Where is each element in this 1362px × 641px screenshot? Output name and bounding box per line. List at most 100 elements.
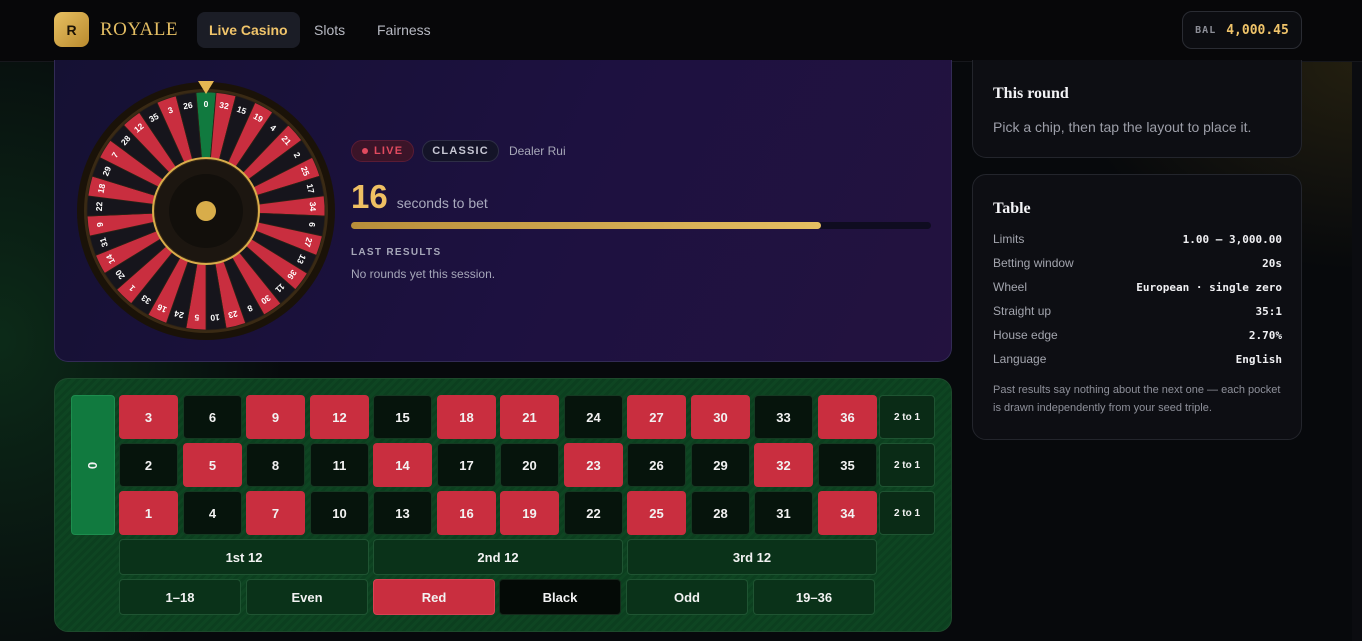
bet-number[interactable]: 11 bbox=[310, 443, 369, 487]
bet-number[interactable]: 17 bbox=[437, 443, 496, 487]
nav-fairness[interactable]: Fairness bbox=[377, 12, 431, 48]
bet-dozen[interactable]: 1st 12 bbox=[119, 539, 369, 575]
timer-text: seconds to bet bbox=[396, 195, 488, 211]
timer-progress-fill bbox=[351, 222, 821, 229]
bet-number[interactable]: 5 bbox=[183, 443, 242, 487]
bet-number[interactable]: 25 bbox=[627, 491, 686, 535]
bet-number[interactable]: 13 bbox=[373, 491, 432, 535]
table-info-title: Table bbox=[993, 200, 1031, 217]
bet-number[interactable]: 26 bbox=[627, 443, 686, 487]
timer-seconds: 16 bbox=[351, 178, 388, 215]
bet-number[interactable]: 4 bbox=[183, 491, 242, 535]
info-value: 35:1 bbox=[1255, 304, 1283, 318]
bet-number[interactable]: 14 bbox=[373, 443, 432, 487]
info-value: 2.70% bbox=[1248, 328, 1282, 342]
bet-number[interactable]: 35 bbox=[818, 443, 877, 487]
bet-number[interactable]: 7 bbox=[246, 491, 305, 535]
bet-zero-label: 0 bbox=[85, 461, 101, 469]
bet-number[interactable]: 20 bbox=[500, 443, 559, 487]
bet-column[interactable]: 2 to 1 bbox=[879, 395, 935, 439]
this-round-text: Pick a chip, then tap the layout to plac… bbox=[993, 119, 1252, 135]
balance-display: BAL 4,000.45 bbox=[1182, 11, 1302, 49]
wheel-number: 32 bbox=[219, 100, 230, 112]
bet-number[interactable]: 27 bbox=[627, 395, 686, 439]
bet-number[interactable]: 19 bbox=[500, 491, 559, 535]
bet-timer: 16 seconds to bet bbox=[351, 178, 488, 216]
bet-number[interactable]: 30 bbox=[691, 395, 750, 439]
bet-dozen[interactable]: 2nd 12 bbox=[373, 539, 623, 575]
info-row-straight-up: Straight up 35:1 bbox=[993, 304, 1282, 318]
mode-badge: CLASSIC bbox=[422, 140, 499, 162]
live-badge: LIVE bbox=[351, 140, 415, 162]
info-key: Wheel bbox=[993, 280, 1028, 294]
wheel-spindle bbox=[196, 201, 216, 221]
info-key: Language bbox=[993, 352, 1047, 366]
page-scrollbar[interactable] bbox=[1352, 62, 1362, 641]
info-key: House edge bbox=[993, 328, 1058, 342]
bet-outside[interactable]: Even bbox=[246, 579, 368, 615]
bet-number[interactable]: 31 bbox=[754, 491, 813, 535]
bet-number[interactable]: 16 bbox=[437, 491, 496, 535]
bet-number[interactable]: 34 bbox=[818, 491, 877, 535]
bet-number[interactable]: 9 bbox=[246, 395, 305, 439]
bet-number[interactable]: 36 bbox=[818, 395, 877, 439]
timer-progress-bar bbox=[351, 222, 931, 229]
bet-number[interactable]: 3 bbox=[119, 395, 178, 439]
live-dot-icon bbox=[362, 148, 368, 154]
bet-zero[interactable]: 0 bbox=[71, 395, 115, 535]
info-key: Limits bbox=[993, 232, 1025, 246]
bet-number[interactable]: 6 bbox=[183, 395, 242, 439]
info-row-wheel: Wheel European · single zero bbox=[993, 280, 1282, 294]
logo-badge[interactable]: R bbox=[54, 12, 89, 47]
bet-number[interactable]: 28 bbox=[691, 491, 750, 535]
fairness-note: Past results say nothing about the next … bbox=[993, 384, 1281, 414]
info-row-limits: Limits 1.00 – 3,000.00 bbox=[993, 232, 1282, 246]
balance-value: 4,000.45 bbox=[1226, 22, 1289, 38]
info-key: Betting window bbox=[993, 256, 1074, 270]
live-label: LIVE bbox=[374, 145, 404, 157]
roulette-wheel: 0 32 1519421225173462713361130823105241633… bbox=[77, 81, 335, 340]
nav-slots[interactable]: Slots bbox=[314, 12, 345, 48]
info-row-house-edge: House edge 2.70% bbox=[993, 328, 1282, 342]
nav-live-casino[interactable]: Live Casino bbox=[197, 12, 300, 48]
bet-number[interactable]: 10 bbox=[310, 491, 369, 535]
betting-table: 0 3 6 9 12 15 18 21 24 27 30 33 36 2 to 1 2 5 8 11 14 17 20 2… bbox=[54, 378, 952, 632]
wheel-number: 26 bbox=[182, 100, 193, 112]
bet-number[interactable]: 21 bbox=[500, 395, 559, 439]
balance-label: BAL bbox=[1195, 24, 1217, 36]
info-key: Straight up bbox=[993, 304, 1052, 318]
this-round-card: This round Pick a chip, then tap the lay… bbox=[972, 60, 1302, 158]
wheel-number: 22 bbox=[94, 201, 104, 211]
bet-number[interactable]: 22 bbox=[564, 491, 623, 535]
bet-outside[interactable]: Red bbox=[373, 579, 495, 615]
bet-number[interactable]: 32 bbox=[754, 443, 813, 487]
bet-number[interactable]: 15 bbox=[373, 395, 432, 439]
bet-number[interactable]: 12 bbox=[310, 395, 369, 439]
bet-outside[interactable]: Black bbox=[499, 579, 621, 615]
info-value: European · single zero bbox=[1136, 280, 1282, 294]
bet-number[interactable]: 18 bbox=[437, 395, 496, 439]
info-row-window: Betting window 20s bbox=[993, 256, 1282, 270]
round-badges: LIVE CLASSIC Dealer Rui bbox=[351, 140, 566, 162]
info-value: English bbox=[1235, 352, 1282, 366]
info-row-language: Language English bbox=[993, 352, 1282, 366]
bet-number[interactable]: 2 bbox=[119, 443, 178, 487]
bet-dozen[interactable]: 3rd 12 bbox=[627, 539, 877, 575]
wheel-number: 10 bbox=[210, 312, 221, 323]
bet-number[interactable]: 8 bbox=[246, 443, 305, 487]
bet-number[interactable]: 1 bbox=[119, 491, 178, 535]
bet-outside[interactable]: 1–18 bbox=[119, 579, 241, 615]
bet-column[interactable]: 2 to 1 bbox=[879, 491, 935, 535]
info-value: 20s bbox=[1262, 256, 1282, 270]
table-info-card: Table Limits 1.00 – 3,000.00 Betting wind… bbox=[972, 174, 1302, 440]
brand-name[interactable]: ROYALE bbox=[100, 19, 178, 41]
bet-number[interactable]: 29 bbox=[691, 443, 750, 487]
bet-column[interactable]: 2 to 1 bbox=[879, 443, 935, 487]
bet-number[interactable]: 23 bbox=[564, 443, 623, 487]
bet-outside[interactable]: 19–36 bbox=[753, 579, 875, 615]
top-bar: R ROYALE Live Casino Slots Fairness BAL … bbox=[0, 0, 1362, 62]
bet-outside[interactable]: Odd bbox=[626, 579, 748, 615]
bet-number[interactable]: 24 bbox=[564, 395, 623, 439]
bet-number[interactable]: 33 bbox=[754, 395, 813, 439]
dealer-name: Dealer Rui bbox=[508, 144, 566, 158]
